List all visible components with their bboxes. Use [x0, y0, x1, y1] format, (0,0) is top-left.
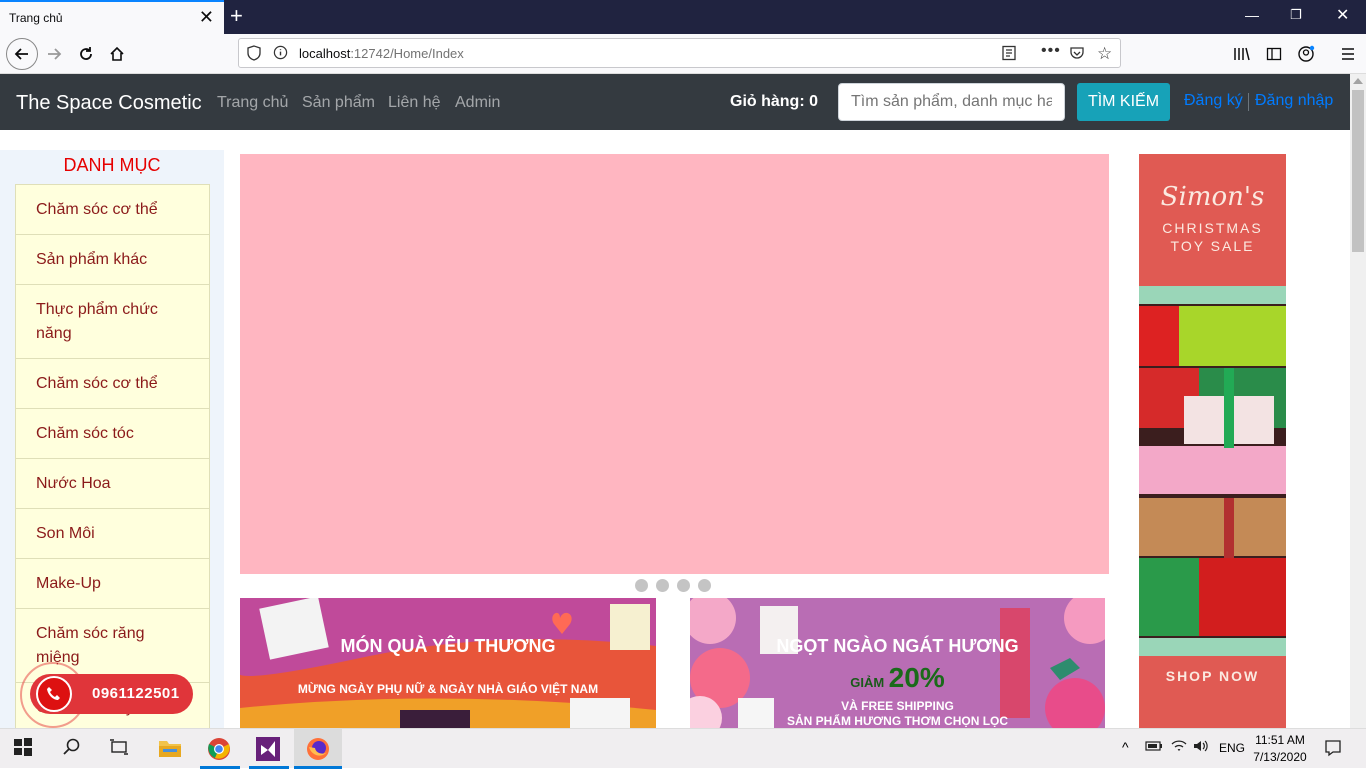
menu-item-admin[interactable]: Admin — [455, 94, 500, 112]
bookmark-star-icon[interactable]: ☆ — [1097, 44, 1112, 64]
carousel-indicators — [635, 579, 711, 592]
ad-brand: Simon's — [1160, 182, 1265, 212]
login-link[interactable]: Đăng nhập — [1255, 92, 1333, 110]
chrome-icon[interactable] — [207, 737, 231, 761]
register-link[interactable]: Đăng ký — [1184, 92, 1243, 110]
ad-cta-area — [1139, 656, 1286, 728]
browser-tab-strip: Trang chủ ✕ + — ❐ ✕ — [0, 0, 1366, 34]
carousel-dot[interactable] — [656, 579, 669, 592]
category-item[interactable]: Son Môi — [15, 509, 210, 559]
clock-date: 7/13/2020 — [1253, 750, 1307, 764]
phone-number[interactable]: 0961122501 — [92, 685, 180, 702]
category-item[interactable]: Thực phẩm chức năng — [15, 285, 210, 359]
category-list: Chăm sóc cơ thể Sản phẩm khác Thực phẩm … — [15, 184, 210, 733]
windows-start-icon[interactable] — [13, 737, 37, 761]
account-icon[interactable] — [1294, 42, 1318, 66]
task-view-icon[interactable] — [109, 737, 133, 761]
category-item[interactable]: Chăm sóc cơ thể — [15, 359, 210, 409]
windows-taskbar: ^ ENG 11:51 AM 7/13/2020 — [0, 728, 1366, 769]
volume-icon[interactable] — [1192, 739, 1216, 763]
menu-item-products[interactable]: Sản phẩm — [302, 94, 375, 112]
url-text: localhost:12742/Home/Index — [299, 46, 464, 61]
hero-carousel[interactable] — [240, 154, 1109, 574]
category-item[interactable]: Chăm sóc tóc — [15, 409, 210, 459]
ad-gifts-art — [1139, 286, 1286, 656]
promo-banner-perfume[interactable]: NGỌT NGÀO NGÁT HƯƠNG GIẢM 20% VÀ FREE SH… — [690, 598, 1105, 728]
discount-label: GIẢM — [850, 675, 885, 690]
restore-icon[interactable]: ❐ — [1290, 7, 1302, 23]
clock-time: 11:51 AM — [1255, 733, 1305, 747]
scroll-thumb[interactable] — [1352, 90, 1364, 252]
category-item[interactable]: Chăm sóc cơ thể — [15, 184, 210, 235]
cart-link[interactable]: Giỏ hàng: 0 — [730, 93, 818, 111]
shield-icon[interactable] — [247, 45, 261, 66]
menu-icon[interactable] — [1336, 42, 1360, 66]
page-scrollbar[interactable] — [1350, 74, 1366, 728]
pocket-icon[interactable] — [1069, 45, 1085, 66]
info-icon[interactable] — [273, 45, 288, 65]
banner-perfume-discount: GIẢM 20% — [690, 662, 1105, 694]
category-item[interactable]: Nước Hoa — [15, 459, 210, 509]
browser-tab[interactable]: Trang chủ ✕ — [0, 0, 224, 34]
promo-banner-gift[interactable]: MÓN QUÀ YÊU THƯƠNG MỪNG NGÀY PHỤ NỮ & NG… — [240, 598, 656, 728]
site-brand[interactable]: The Space Cosmetic — [16, 92, 202, 115]
close-tab-icon[interactable]: ✕ — [199, 8, 214, 26]
search-icon[interactable] — [62, 737, 86, 761]
back-icon[interactable] — [6, 38, 38, 70]
wifi-icon[interactable] — [1170, 739, 1194, 763]
banner-perfume-title: NGỌT NGÀO NGÁT HƯƠNG — [776, 636, 1019, 656]
close-window-icon[interactable]: ✕ — [1336, 5, 1349, 25]
banner-gift-art — [240, 598, 656, 728]
tray-overflow-icon[interactable]: ^ — [1122, 739, 1129, 755]
sidebar-toggle-icon[interactable] — [1262, 42, 1286, 66]
file-explorer-icon[interactable] — [158, 737, 182, 761]
ad-line1: CHRISTMAS — [1162, 220, 1263, 236]
page-actions-icon[interactable]: ••• — [1041, 42, 1061, 60]
banner-perfume-line2: SẢN PHẨM HƯƠNG THƠM CHỌN LỌC — [786, 714, 1009, 728]
input-language[interactable]: ENG — [1219, 741, 1245, 755]
home-icon[interactable] — [105, 42, 129, 66]
auth-divider — [1248, 93, 1249, 111]
category-item[interactable]: Sản phẩm khác — [15, 235, 210, 285]
browser-toolbar: localhost:12742/Home/Index ••• ☆ — [0, 34, 1366, 74]
carousel-dot[interactable] — [698, 579, 711, 592]
minimize-icon[interactable]: — — [1245, 7, 1259, 23]
new-tab-icon[interactable]: + — [230, 3, 243, 29]
banner-gift-subtitle: MỪNG NGÀY PHỤ NỮ & NGÀY NHÀ GIÁO VIỆT NA… — [297, 682, 599, 696]
discount-value: 20% — [888, 662, 945, 693]
side-ad-christmas[interactable]: Simon's CHRISTMAS TOY SALE SHOP NOW — [1139, 154, 1286, 728]
library-icon[interactable] — [1230, 42, 1254, 66]
scroll-up-icon[interactable] — [1353, 78, 1363, 84]
forward-icon[interactable] — [42, 42, 66, 66]
category-item[interactable]: Make-Up — [15, 559, 210, 609]
search-button[interactable]: TÌM KIẾM — [1077, 83, 1170, 121]
site-navbar: The Space Cosmetic Trang chủ Sản phẩm Li… — [0, 74, 1350, 130]
visual-studio-icon[interactable] — [256, 737, 280, 761]
search-input[interactable] — [838, 83, 1065, 121]
carousel-dot[interactable] — [635, 579, 648, 592]
battery-icon[interactable] — [1145, 739, 1169, 763]
ad-cta[interactable]: SHOP NOW — [1139, 668, 1286, 684]
phone-icon[interactable] — [36, 676, 72, 712]
banner-perfume-line1: VÀ FREE SHIPPING — [841, 699, 954, 713]
notification-icon[interactable] — [1324, 739, 1348, 763]
tab-title: Trang chủ — [9, 11, 63, 25]
ad-line2: TOY SALE — [1170, 238, 1255, 254]
reader-view-icon[interactable] — [1001, 45, 1017, 66]
menu-item-home[interactable]: Trang chủ — [217, 94, 288, 112]
taskbar-clock[interactable]: 11:51 AM 7/13/2020 — [1250, 732, 1310, 766]
reload-icon[interactable] — [74, 42, 98, 66]
carousel-dot[interactable] — [677, 579, 690, 592]
banner-gift-title: MÓN QUÀ YÊU THƯƠNG — [340, 636, 556, 656]
url-bar[interactable]: localhost:12742/Home/Index ••• ☆ — [238, 38, 1121, 68]
menu-item-contact[interactable]: Liên hệ — [388, 94, 441, 112]
category-title: DANH MỤC — [63, 155, 161, 175]
firefox-icon[interactable] — [306, 737, 330, 761]
